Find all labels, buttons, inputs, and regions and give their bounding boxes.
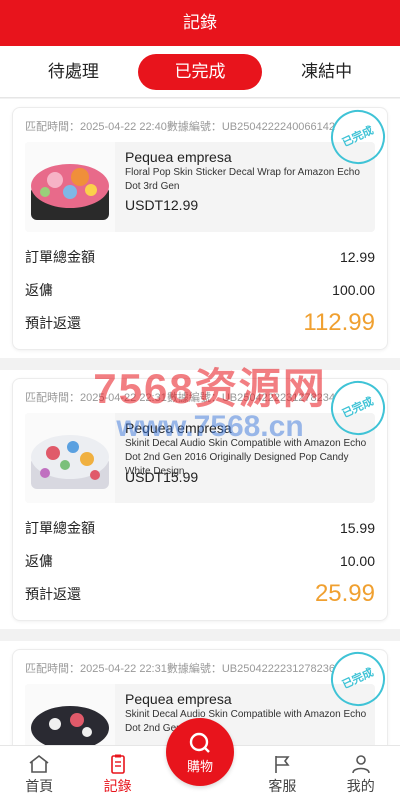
home-icon [29, 754, 49, 773]
order-card[interactable]: 匹配時間：2025-04-22 22:31數據編號：UB250422223127… [12, 372, 394, 621]
order-meta: 匹配時間：2025-04-22 22:40數據編號：UB250422224006… [25, 121, 336, 133]
order-total-label: 訂單總金額 [25, 248, 95, 265]
search-icon [189, 732, 210, 753]
commission-label: 返傭 [25, 281, 53, 298]
order-total-row: 訂單總金額 12.99 [25, 240, 375, 273]
tab-pending[interactable]: 待處理 [11, 54, 135, 90]
product-title: Floral Pop Skin Sticker Decal Wrap for A… [125, 167, 360, 192]
product-price: USDT15.99 [125, 469, 199, 485]
shop-name: Pequea empresa [125, 691, 232, 707]
order-total-value: 12.99 [339, 248, 375, 265]
echo-dot-floral-dark-icon [25, 684, 115, 745]
echo-dot-candy-icon [25, 413, 115, 503]
shop-name: Pequea empresa [125, 420, 232, 436]
nav-support-label: 客服 [268, 778, 297, 794]
product-info: Pequea empresa Skinit Decal Audio Skin C… [115, 413, 375, 503]
expected-return-value: 112.99 [303, 308, 375, 336]
product-image [25, 684, 115, 745]
nav-shop-label: 購物 [186, 759, 213, 774]
order-total-row: 訂單總金額 15.99 [25, 511, 375, 544]
product-info: Pequea empresa Floral Pop Skin Sticker D… [115, 142, 375, 232]
product-row[interactable]: Pequea empresa Skinit Decal Audio Skin C… [25, 413, 375, 503]
product-price: USDT12.99 [125, 197, 199, 213]
expected-return-value: 25.99 [314, 579, 375, 607]
commission-label: 返傭 [25, 552, 53, 569]
product-image [25, 142, 115, 232]
expected-return-row: 預計返還 25.99 [25, 577, 375, 610]
nav-support[interactable]: 客服 [252, 754, 312, 796]
user-icon [351, 755, 370, 774]
nav-records-label: 記錄 [103, 778, 132, 794]
product-title: Skinit Decal Audio Skin Compatible with … [125, 709, 367, 734]
commission-row: 返傭 10.00 [25, 544, 375, 577]
order-total-value: 15.99 [339, 519, 375, 536]
page-header: 記錄 [0, 0, 400, 46]
order-card-wrapper: 匹配時間：2025-04-22 22:40數據編號：UB250422224006… [0, 99, 400, 358]
expected-return-row: 預計返還 112.99 [25, 306, 375, 339]
product-image [25, 413, 115, 503]
order-total-label: 訂單總金額 [25, 519, 95, 536]
echo-dot-floral-icon [25, 142, 115, 232]
nav-home-label: 首頁 [25, 778, 54, 794]
commission-value: 100.00 [332, 281, 375, 298]
expected-return-label: 預計返還 [25, 585, 81, 602]
nav-mine[interactable]: 我的 [331, 754, 391, 796]
tab-frozen[interactable]: 凍結中 [265, 54, 389, 90]
status-tabs: 待處理 已完成 凍結中 [0, 46, 400, 98]
nav-records[interactable]: 記錄 [88, 754, 148, 796]
product-row[interactable]: Pequea empresa Floral Pop Skin Sticker D… [25, 142, 375, 232]
clipboard-icon [110, 754, 125, 774]
flag-icon [275, 756, 290, 773]
commission-value: 10.00 [339, 552, 375, 569]
commission-row: 返傭 100.00 [25, 273, 375, 306]
page-title: 記錄 [183, 13, 217, 32]
nav-shop-button[interactable]: 購物 [166, 718, 234, 786]
order-list[interactable]: 匹配時間：2025-04-22 22:40數據編號：UB250422224006… [0, 99, 400, 745]
expected-return-label: 預計返還 [25, 314, 81, 331]
order-meta: 匹配時間：2025-04-22 22:31數據編號：UB250422223127… [25, 392, 336, 404]
order-meta: 匹配時間：2025-04-22 22:31數據編號：UB250422223127… [25, 663, 336, 675]
nav-mine-label: 我的 [346, 778, 375, 794]
order-card-wrapper: 匹配時間：2025-04-22 22:31數據編號：UB250422223127… [0, 370, 400, 629]
order-card[interactable]: 匹配時間：2025-04-22 22:40數據編號：UB250422224006… [12, 101, 394, 350]
nav-home[interactable]: 首頁 [9, 754, 69, 796]
shop-name: Pequea empresa [125, 149, 232, 165]
tab-completed[interactable]: 已完成 [137, 53, 262, 90]
